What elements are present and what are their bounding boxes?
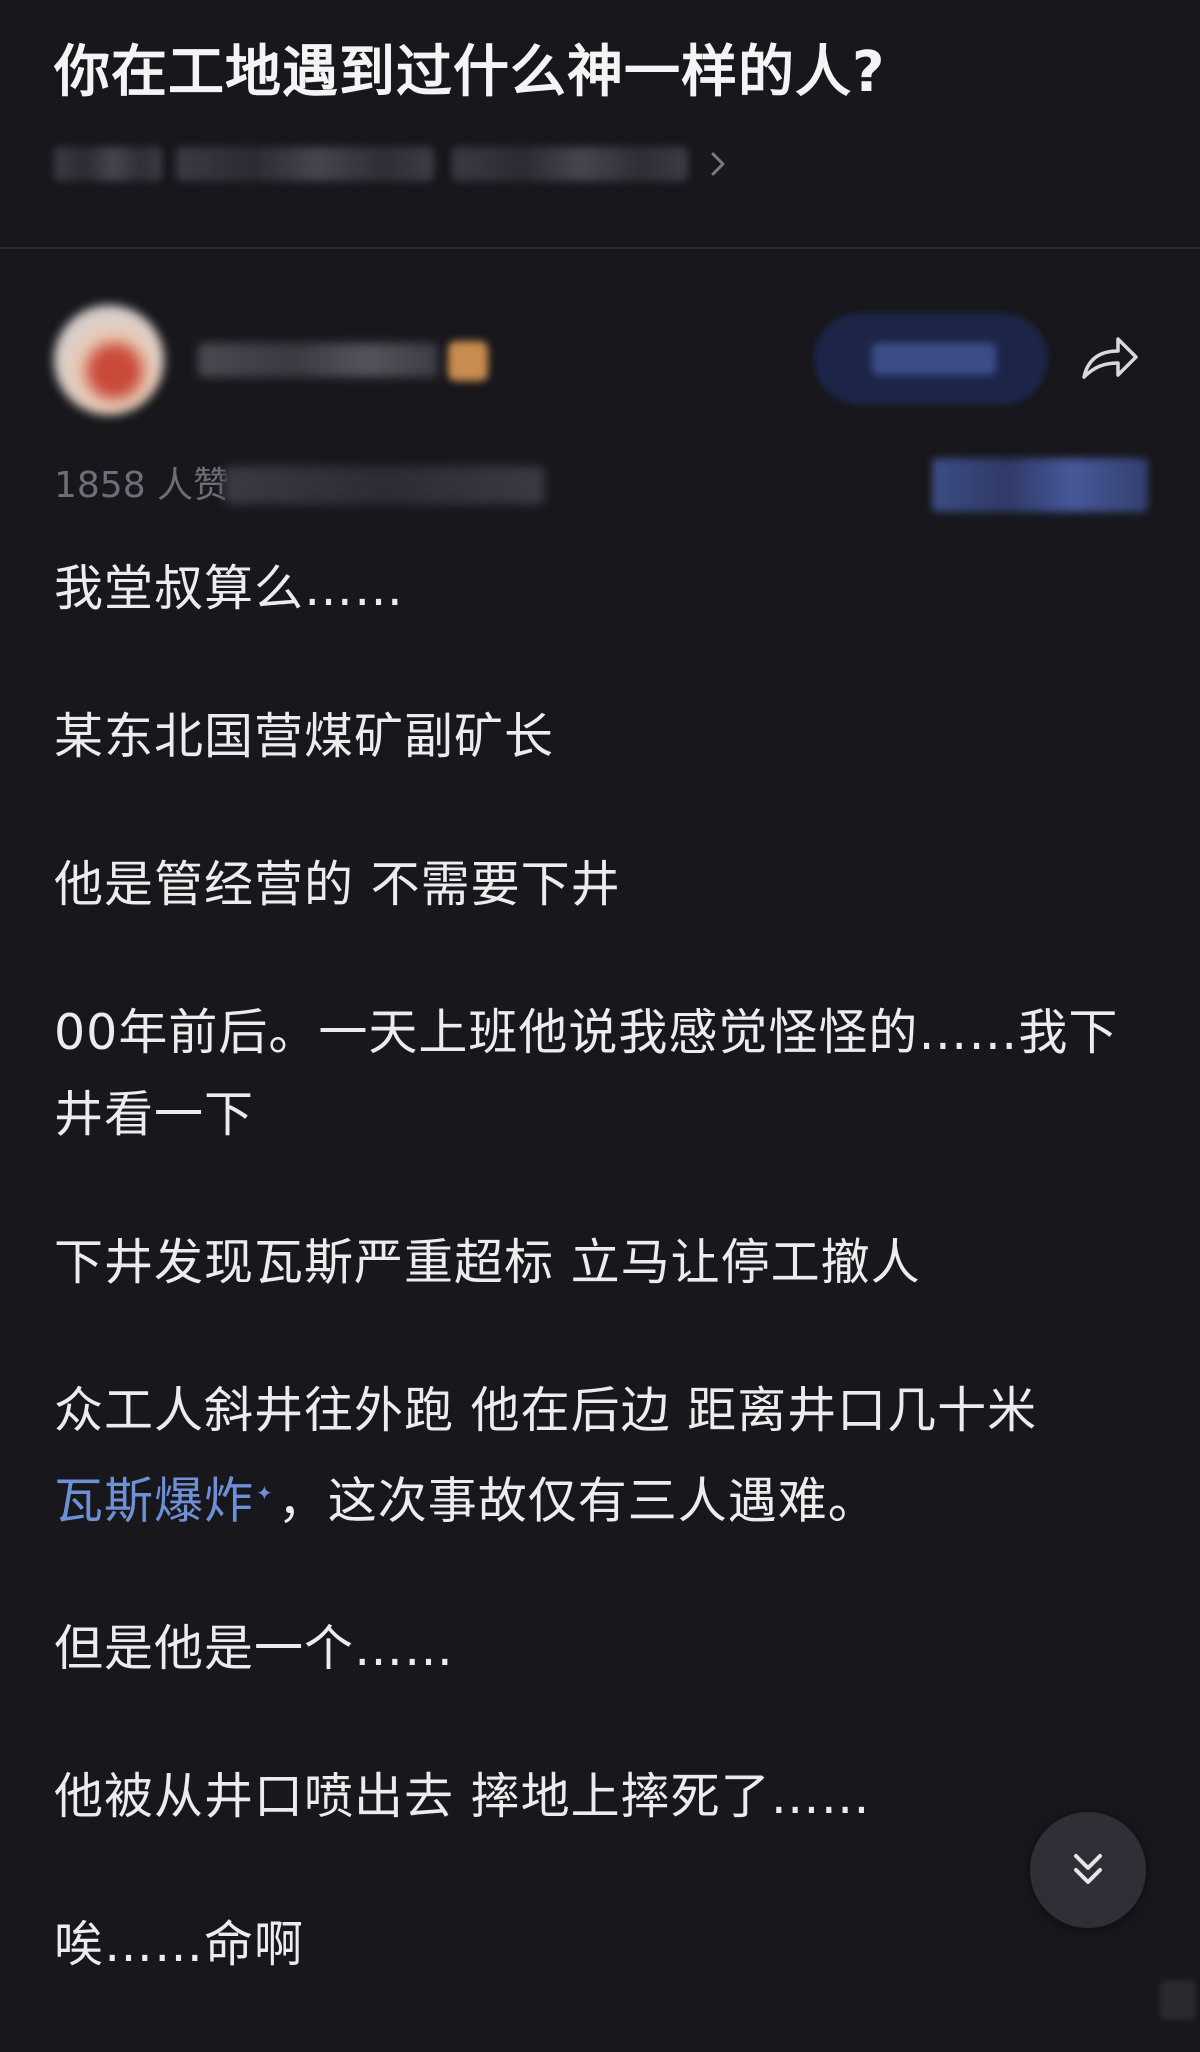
vote-count: 1858 人赞 — [54, 465, 230, 506]
answer-paragraph: 下井发现瓦斯严重超标 立马让停工撤人 — [54, 1234, 921, 1291]
answer-paragraph: 唉……命啊 — [54, 1916, 305, 1974]
search-term-link[interactable]: 瓦斯爆炸 — [54, 1472, 254, 1529]
meta-action-redacted[interactable] — [932, 458, 1148, 512]
answer-body: 我堂叔算么…… 某东北国营煤矿副矿长 他是管经营的 不需要下井 00年前后。一天… — [54, 548, 1154, 2052]
follow-button-label-redacted — [872, 343, 996, 375]
answer-paragraph: 00年前后。一天上班他说我感觉怪怪的……我下井看一下 — [54, 1004, 1119, 1143]
share-icon[interactable] — [1078, 331, 1142, 385]
answer-paragraph: 但是他是一个…… — [54, 1620, 455, 1678]
answer-paragraph: 他是管经营的 不需要下井 — [54, 856, 621, 913]
answer-paragraph: 众工人斜井往外跑 他在后边 距离井口几十米 瓦斯爆炸 ✦，这次事故仅有三人遇难。 — [54, 1370, 1154, 1542]
corner-watermark — [1160, 1980, 1196, 2020]
topic-tags-redacted — [54, 147, 162, 181]
answer-meta-row: 1858 人赞 — [54, 458, 1148, 514]
topic-tags-redacted — [176, 147, 434, 181]
answer-paragraph: 某东北国营煤矿副矿长 — [54, 708, 555, 765]
paragraph-text-continued: ，这次事故仅有三人遇难。 — [277, 1472, 878, 1530]
question-title[interactable]: 你在工地遇到过什么神一样的人? — [54, 30, 885, 116]
scroll-down-button[interactable] — [1030, 1812, 1146, 1928]
author-name-redacted[interactable] — [198, 343, 438, 377]
answer-paragraph: 他被从井口喷出去 摔地上摔死了…… — [54, 1768, 871, 1826]
follow-button[interactable] — [814, 313, 1048, 405]
topic-row[interactable] — [54, 138, 726, 190]
paragraph-text: 众工人斜井往外跑 他在后边 距离井口几十米 — [54, 1382, 1038, 1439]
header-divider — [0, 247, 1200, 249]
sparkle-icon: ✦ — [256, 1481, 274, 1505]
answer-paragraph: 我堂叔算么…… — [54, 560, 405, 617]
meta-info-redacted — [224, 466, 544, 504]
author-badge-icon — [448, 341, 488, 381]
double-chevron-down-icon — [1074, 1854, 1102, 1884]
avatar[interactable] — [54, 305, 164, 415]
topic-tags-redacted — [452, 147, 688, 181]
chevron-right-icon — [711, 152, 725, 176]
author-row — [54, 305, 1146, 423]
